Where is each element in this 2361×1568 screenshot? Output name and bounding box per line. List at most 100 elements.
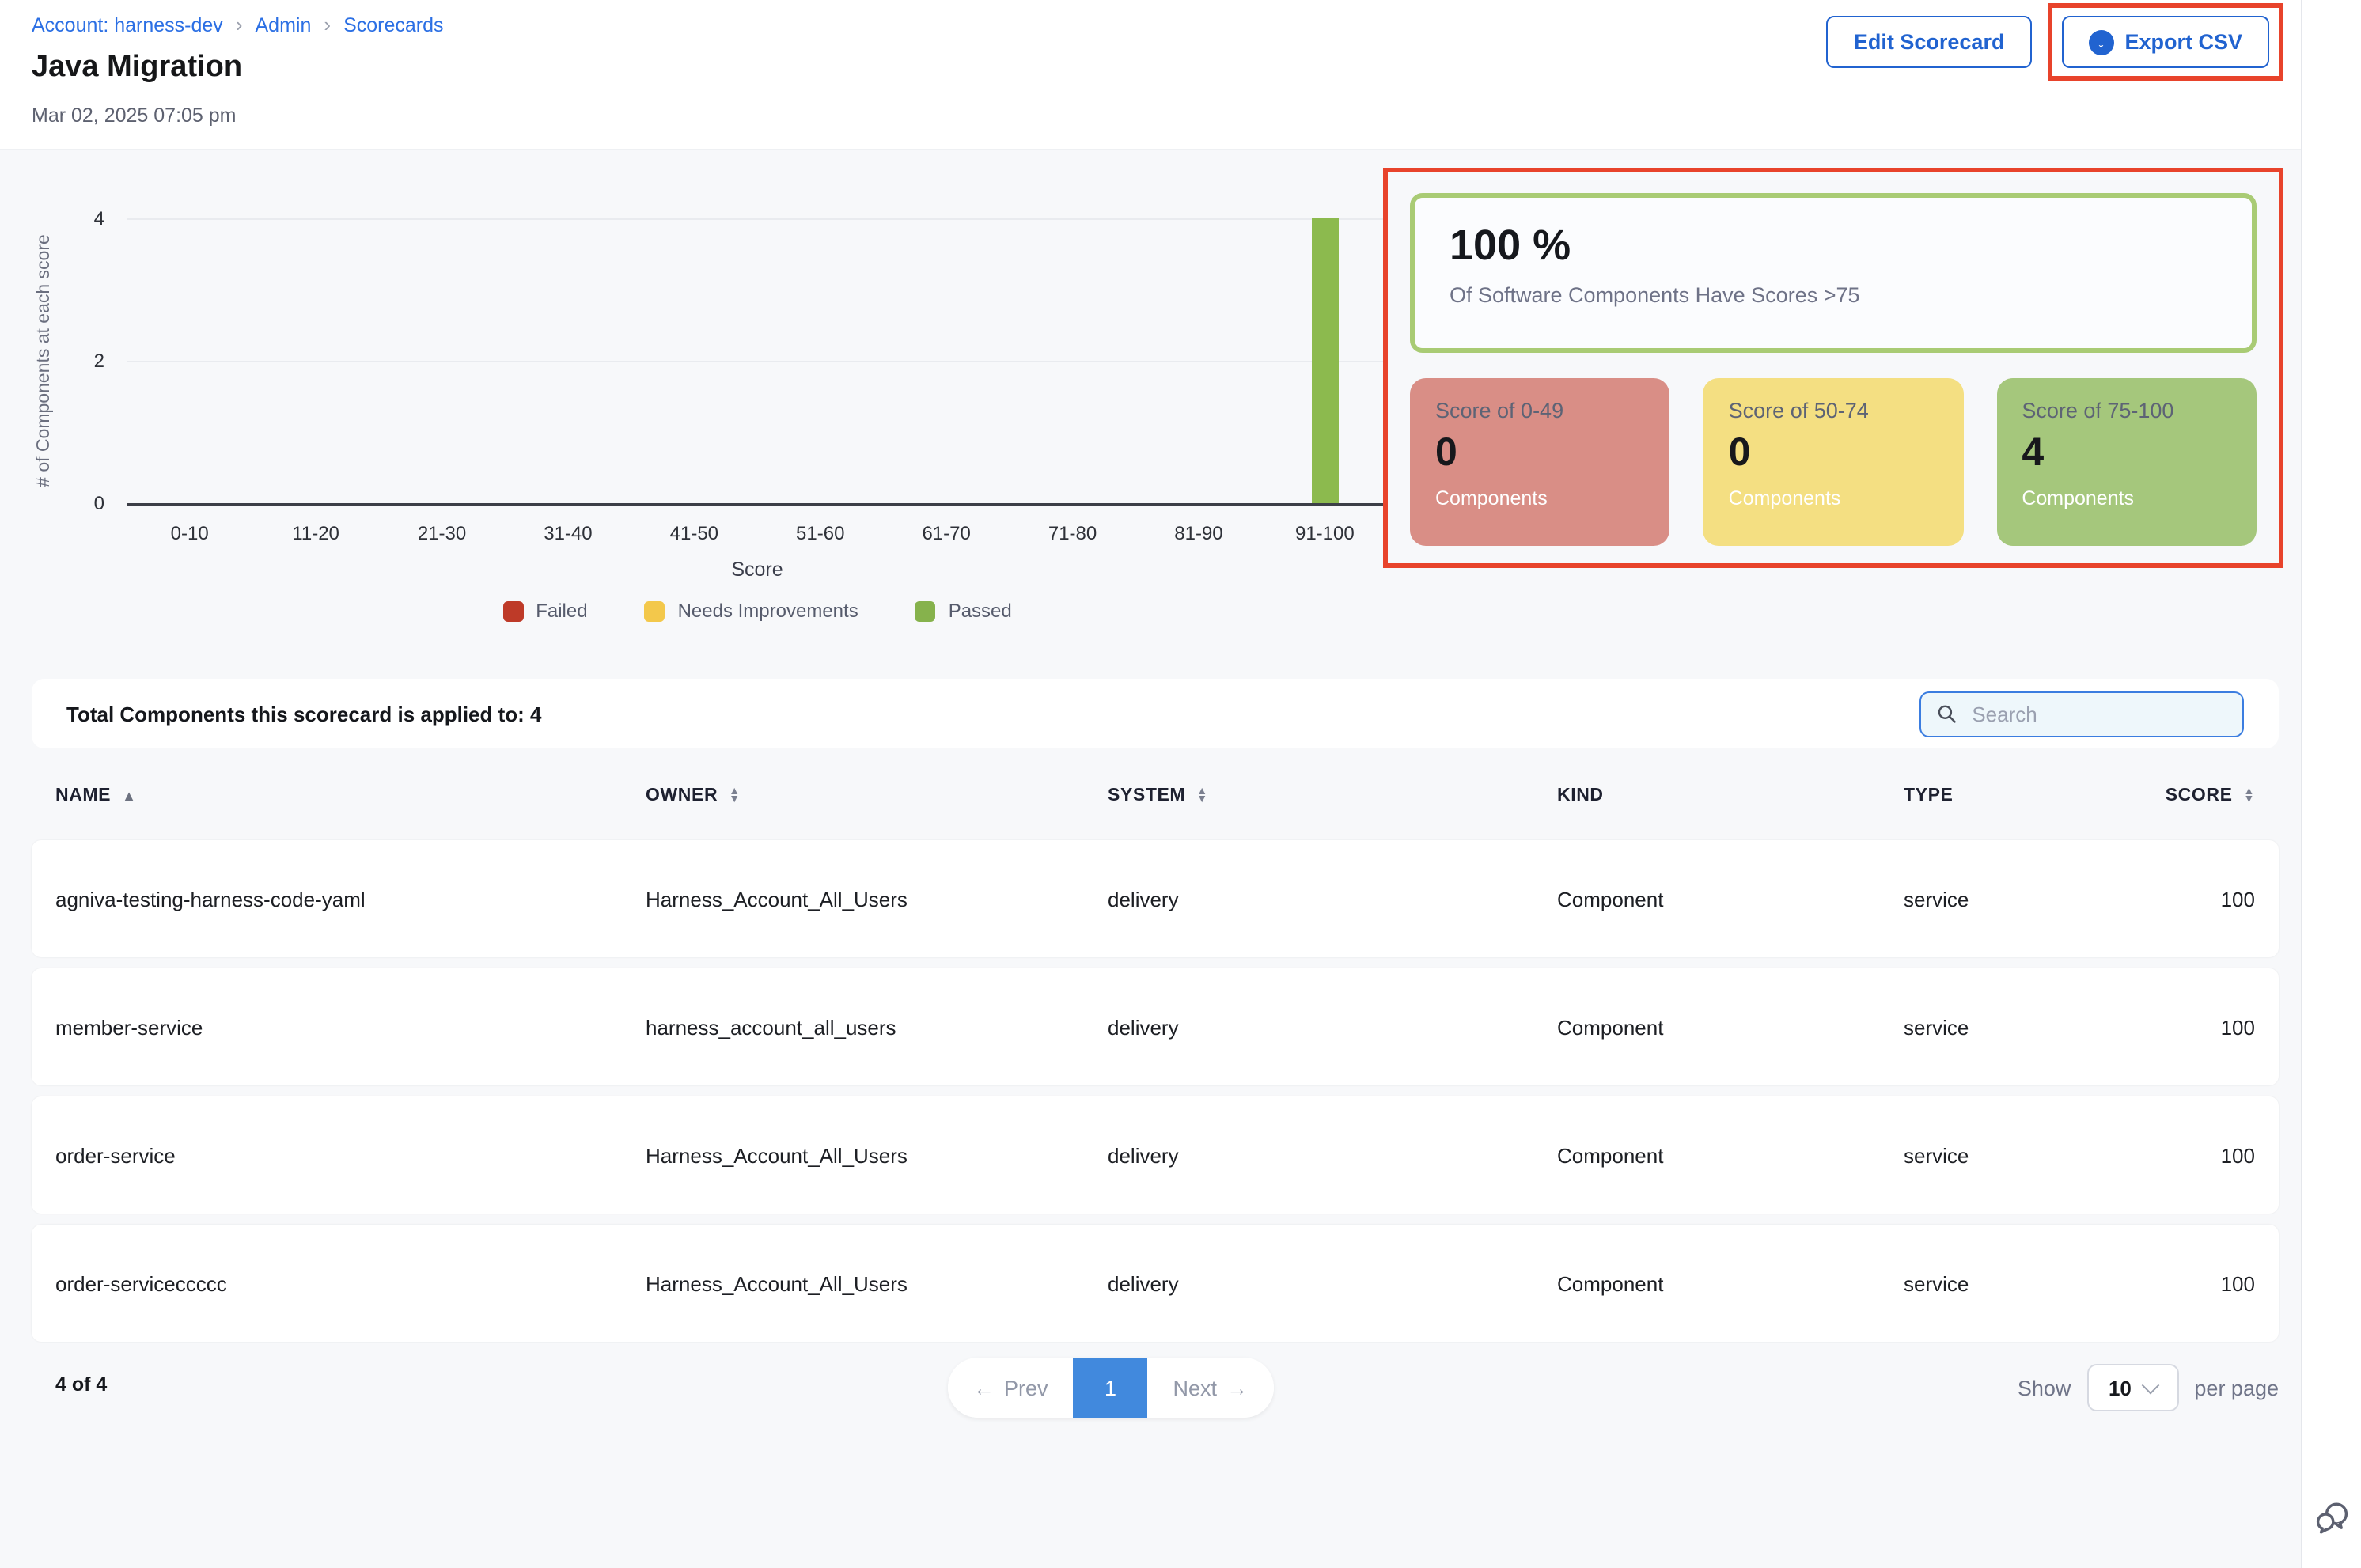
x-tick-label: 41-50: [631, 522, 757, 544]
page-size-select[interactable]: 10: [2086, 1364, 2178, 1411]
table-summary: Total Components this scorecard is appli…: [66, 702, 542, 725]
scorecard-details-page: Account: harness-dev › Admin › Scorecard…: [0, 0, 2361, 1568]
page-header: Account: harness-dev › Admin › Scorecard…: [0, 0, 2301, 150]
cell-system: delivery: [1108, 887, 1557, 911]
pager: ← Prev 1 Next →: [948, 1358, 1273, 1418]
chat-bubbles-icon[interactable]: [2314, 1498, 2352, 1536]
table-row[interactable]: member-service harness_account_all_users…: [32, 968, 2279, 1085]
column-header[interactable]: SYSTEM ▲▼: [1108, 786, 1557, 805]
column-label: SCORE: [2166, 786, 2233, 805]
column-label: NAME: [55, 786, 111, 805]
download-icon: ↓: [2088, 29, 2113, 55]
score-range-label: Components: [2022, 487, 2231, 509]
legend-label: Passed: [949, 600, 1012, 622]
x-tick-label: 81-90: [1135, 522, 1261, 544]
table-row[interactable]: order-service Harness_Account_All_Users …: [32, 1096, 2279, 1214]
cell-type: service: [1904, 1271, 2144, 1295]
sort-icon: ▲▼: [122, 789, 136, 803]
table-toolbar: Total Components this scorecard is appli…: [32, 679, 2279, 748]
summary-annotation-box: 100 % Of Software Components Have Scores…: [1383, 168, 2283, 568]
bars: [127, 218, 1388, 503]
page-size-controls: Show 10 per page: [2018, 1364, 2279, 1411]
breadcrumb-separator: ›: [324, 13, 331, 36]
x-axis-labels: 0-1011-2021-3031-4041-5051-6061-7071-808…: [127, 522, 1388, 544]
cell-name: order-serviceccccc: [55, 1271, 646, 1295]
cell-kind: Component: [1557, 1015, 1904, 1039]
prev-label: Prev: [1004, 1376, 1048, 1399]
score-range-title: Score of 50-74: [1729, 399, 1938, 422]
table-row[interactable]: agniva-testing-harness-code-yaml Harness…: [32, 840, 2279, 957]
x-axis-title: Score: [127, 559, 1388, 581]
bar-chart: # of Components at each score 4 2 0 0-10…: [32, 150, 1424, 672]
search-box: [1919, 691, 2244, 737]
score-range-title: Score of 75-100: [2022, 399, 2231, 422]
x-tick-label: 61-70: [883, 522, 1009, 544]
y-tick: 0: [60, 492, 104, 514]
cell-owner: Harness_Account_All_Users: [646, 887, 1108, 911]
cell-name: order-service: [55, 1143, 646, 1167]
sort-icon: ▲▼: [729, 787, 740, 805]
column-header[interactable]: KIND ▲▼: [1557, 786, 1904, 805]
column-header[interactable]: OWNER ▲▼: [646, 786, 1108, 805]
search-input[interactable]: [1969, 700, 2226, 727]
score-range-count: 4: [2022, 430, 2231, 476]
page-number-active[interactable]: 1: [1074, 1358, 1148, 1418]
cell-score: 100: [2144, 1015, 2255, 1039]
score-range-label: Components: [1435, 487, 1645, 509]
table-header: NAME ▲▼ OWNER ▲▼ SYSTEM ▲▼ KIND ▲▼: [32, 752, 2279, 840]
sort-icon: ▲▼: [1196, 787, 1207, 805]
prev-page-button[interactable]: ← Prev: [948, 1358, 1074, 1418]
cell-score: 100: [2144, 1271, 2255, 1295]
bar-column: [252, 218, 378, 503]
column-header[interactable]: NAME ▲▼: [55, 786, 646, 805]
cell-score: 100: [2144, 1143, 2255, 1167]
score-range-cards: Score of 0-49 0 Components Score of 50-7…: [1410, 378, 2257, 546]
score-range-card: Score of 75-100 4 Components: [1996, 378, 2257, 546]
column-label: TYPE: [1904, 786, 1954, 805]
table-row[interactable]: order-serviceccccc Harness_Account_All_U…: [32, 1225, 2279, 1342]
bar-column: [1010, 218, 1135, 503]
legend-swatch: [915, 600, 936, 621]
header-actions: Edit Scorecard ↓ Export CSV: [1827, 3, 2283, 81]
cell-system: delivery: [1108, 1271, 1557, 1295]
page-timestamp: Mar 02, 2025 07:05 pm: [32, 104, 237, 127]
bar-column: [1135, 218, 1261, 503]
export-csv-button[interactable]: ↓ Export CSV: [2061, 16, 2269, 68]
bar-column: [631, 218, 757, 503]
column-label: OWNER: [646, 786, 718, 805]
column-header[interactable]: TYPE ▲▼: [1904, 786, 2144, 805]
show-label: Show: [2018, 1376, 2071, 1399]
breadcrumb-admin-link[interactable]: Admin: [256, 13, 312, 36]
export-annotation-box: ↓ Export CSV: [2047, 3, 2283, 81]
score-range-card: Score of 0-49 0 Components: [1410, 378, 1670, 546]
legend-swatch: [645, 600, 665, 621]
breadcrumb-scorecards-link[interactable]: Scorecards: [343, 13, 443, 36]
bar-column: [883, 218, 1009, 503]
score-range-card: Score of 50-74 0 Components: [1703, 378, 1964, 546]
x-tick-label: 0-10: [127, 522, 252, 544]
right-rail: [2301, 0, 2361, 1568]
legend-item[interactable]: Passed: [915, 600, 1012, 622]
cell-score: 100: [2144, 887, 2255, 911]
score-range-label: Components: [1729, 487, 1938, 509]
cell-owner: Harness_Account_All_Users: [646, 1143, 1108, 1167]
score-percentage-card: 100 % Of Software Components Have Scores…: [1410, 193, 2257, 353]
cell-type: service: [1904, 1143, 2144, 1167]
cell-type: service: [1904, 1015, 2144, 1039]
export-csv-label: Export CSV: [2124, 30, 2242, 54]
column-header[interactable]: SCORE ▲▼: [2144, 786, 2255, 805]
x-tick-label: 31-40: [505, 522, 631, 544]
next-label: Next: [1173, 1376, 1218, 1399]
score-percentage-value: 100 %: [1450, 222, 2217, 271]
legend-item[interactable]: Failed: [502, 600, 587, 622]
chevron-down-icon: [2142, 1377, 2160, 1395]
legend-swatch: [502, 600, 523, 621]
edit-scorecard-button[interactable]: Edit Scorecard: [1827, 16, 2032, 68]
x-tick-label: 51-60: [757, 522, 883, 544]
legend-label: Failed: [536, 600, 587, 622]
cell-kind: Component: [1557, 1143, 1904, 1167]
breadcrumb-account-link[interactable]: Account: harness-dev: [32, 13, 223, 36]
bar-column: [1262, 218, 1388, 503]
legend-item[interactable]: Needs Improvements: [645, 600, 858, 622]
next-page-button[interactable]: Next →: [1148, 1358, 1274, 1418]
